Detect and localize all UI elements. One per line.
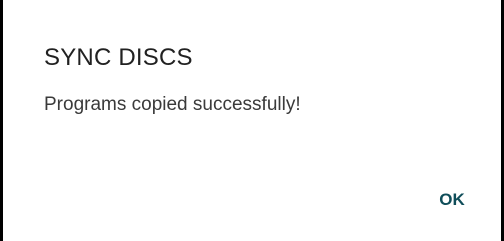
dialog-title: SYNC DISCS	[44, 44, 193, 71]
screen: SYNC DISCS Programs copied successfully!…	[0, 0, 504, 241]
ok-button[interactable]: OK	[420, 176, 484, 224]
dialog-message: Programs copied successfully!	[44, 94, 301, 115]
